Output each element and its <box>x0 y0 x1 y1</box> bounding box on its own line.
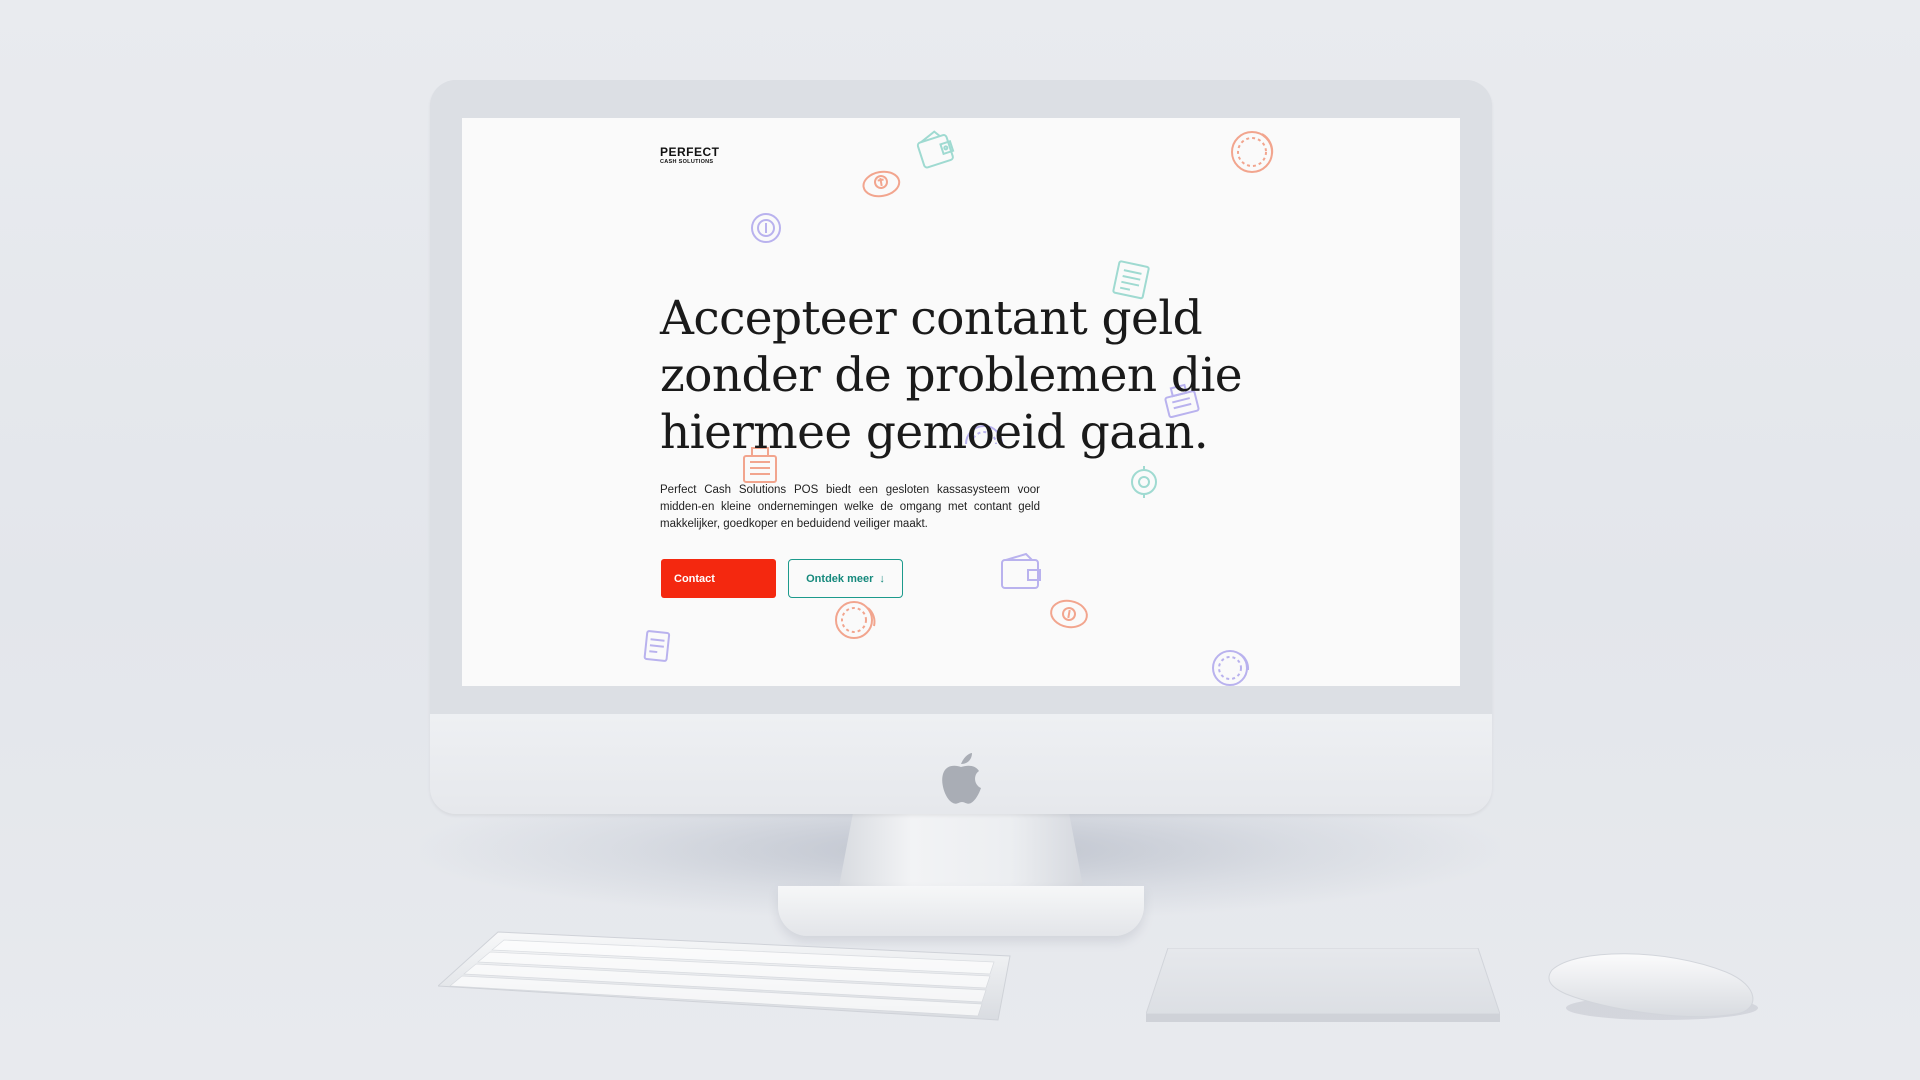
apple-logo-icon <box>942 753 981 804</box>
contact-button[interactable]: Contact <box>661 559 776 598</box>
hero-intro-text: Perfect Cash Solutions POS biedt een ges… <box>660 484 1040 530</box>
imac-stand-foot <box>778 886 1144 936</box>
imac-stand-neck <box>838 814 1084 892</box>
coin-icon <box>835 601 876 639</box>
logo-wordmark: PERFECT <box>660 145 720 159</box>
banknote-icon <box>643 630 671 662</box>
wallet-icon <box>1001 552 1041 589</box>
discover-more-label: Ontdek meer <box>806 572 874 585</box>
coin-stack-icon <box>1050 599 1088 629</box>
coin-icon <box>1231 131 1274 173</box>
website-screen: PERFECT CASH SOLUTIONS Accepteer contant… <box>462 118 1460 686</box>
wallet-icon <box>916 130 955 169</box>
trackpad <box>1146 948 1500 1022</box>
imac-chin <box>430 714 1492 814</box>
coin-icon <box>1212 650 1250 686</box>
coin-stack-icon <box>862 170 901 198</box>
keyboard <box>438 931 1011 1021</box>
coin-stack-icon <box>1131 466 1157 498</box>
arrow-down-icon: ↓ <box>879 572 885 585</box>
discover-more-button[interactable]: Ontdek meer ↓ <box>788 559 903 598</box>
hero-headline: Accepteer contant geld zonder de problem… <box>660 291 1243 460</box>
mouse <box>1548 953 1758 1020</box>
coin-icon <box>751 213 781 243</box>
logo-tagline: CASH SOLUTIONS <box>660 159 714 165</box>
brand-logo[interactable]: PERFECT CASH SOLUTIONS <box>660 146 720 166</box>
